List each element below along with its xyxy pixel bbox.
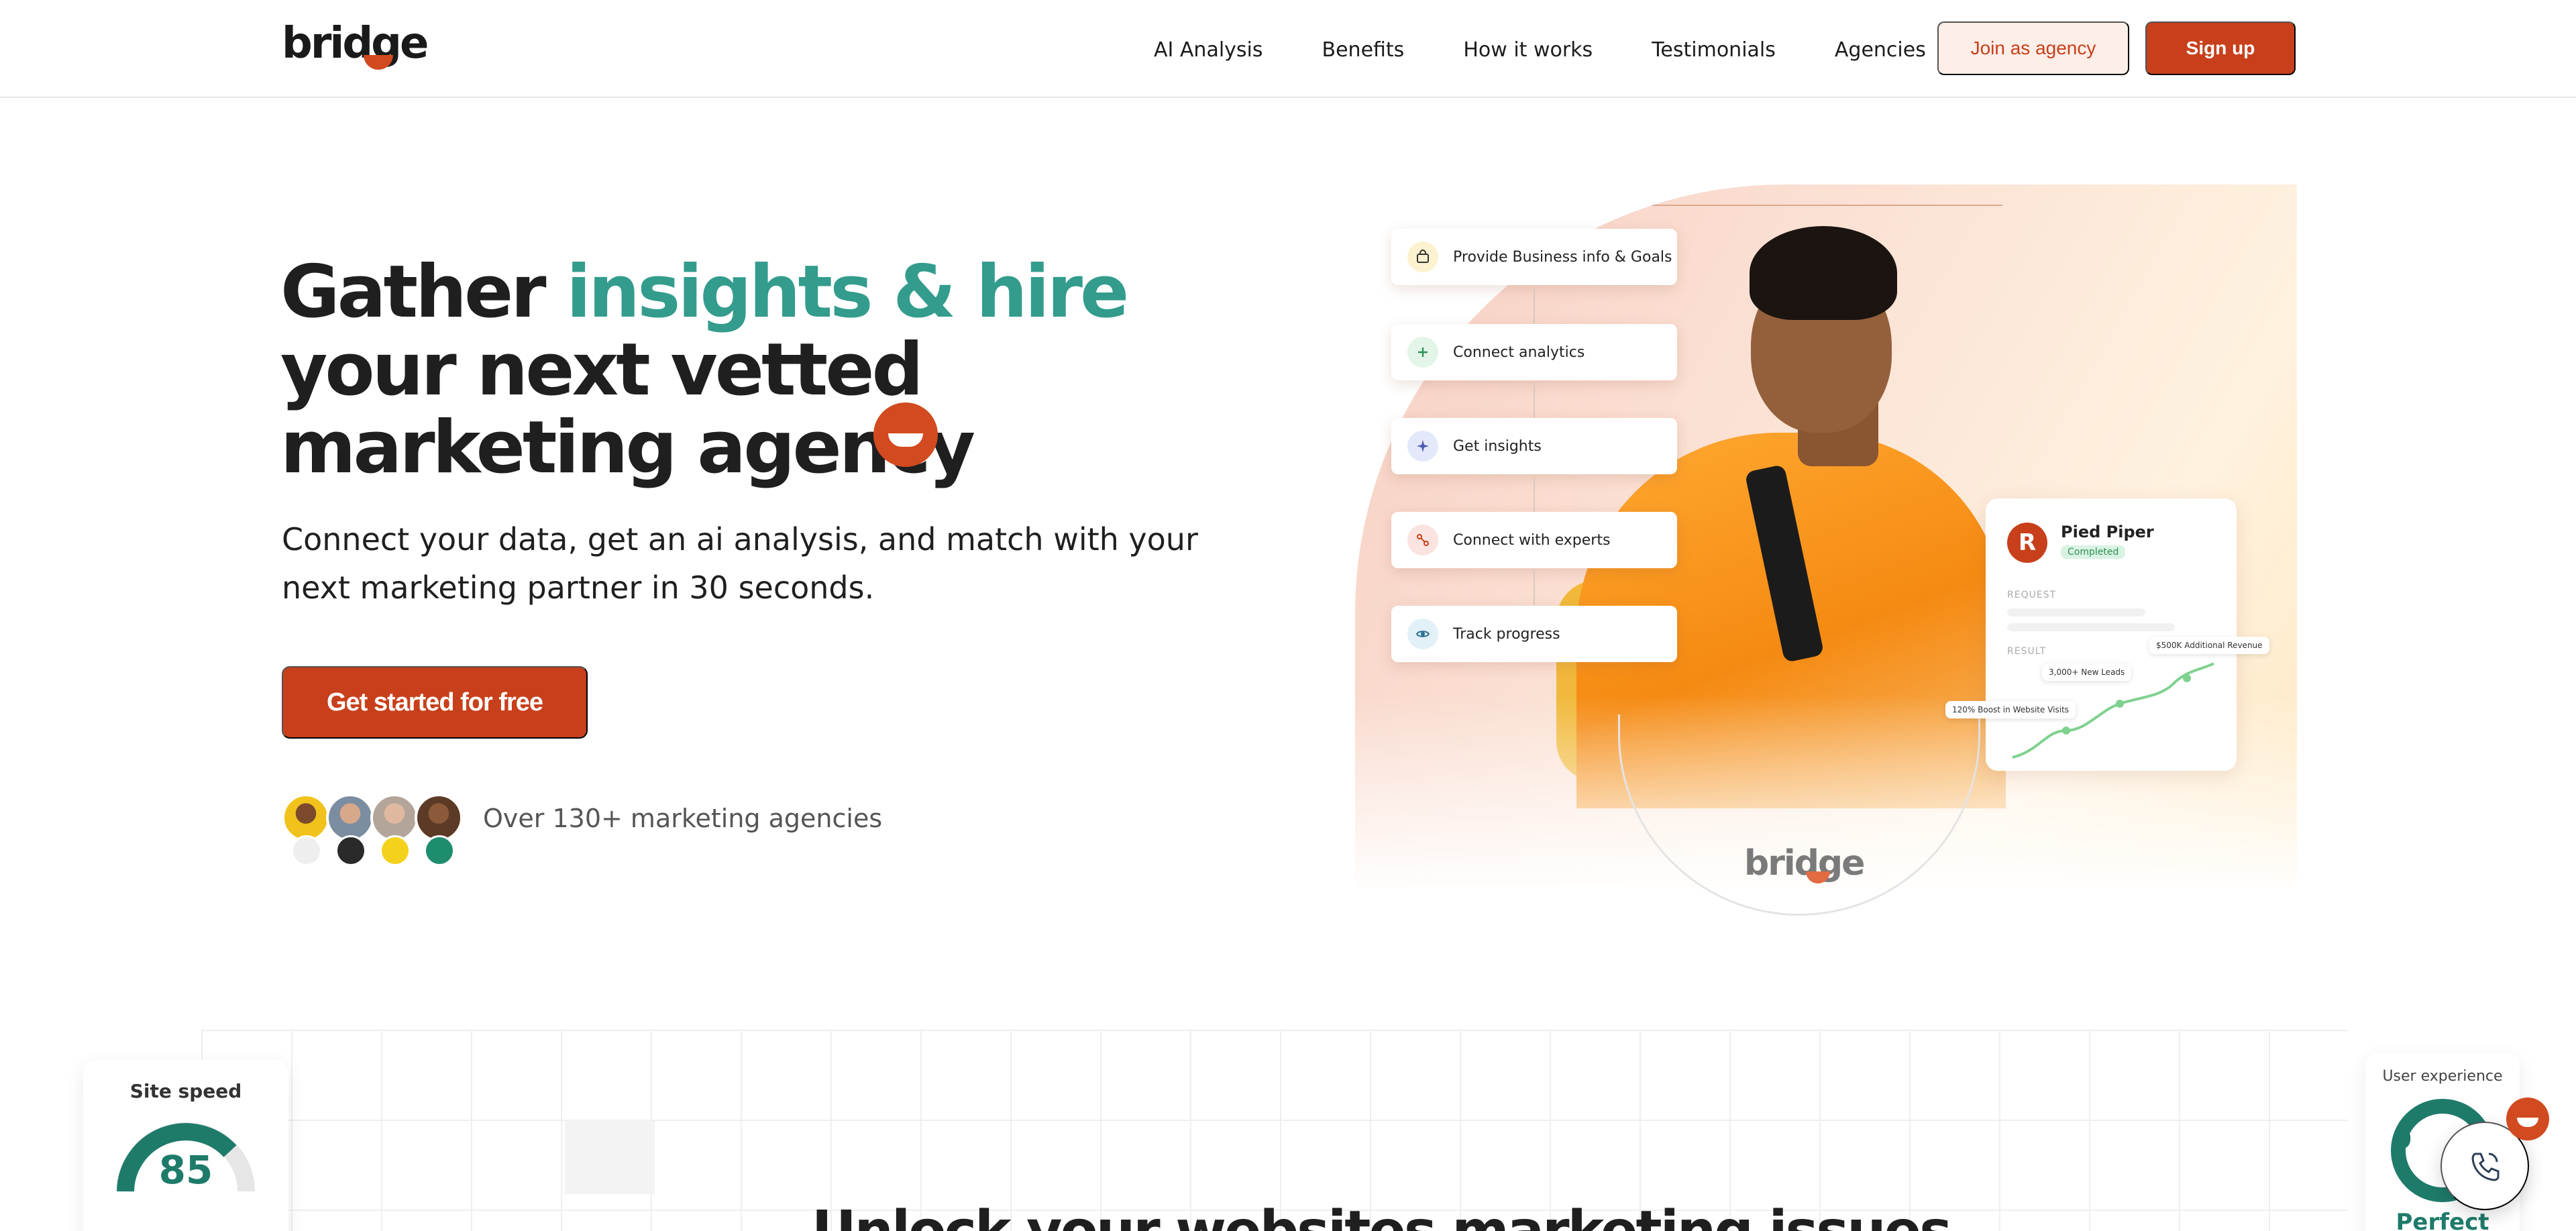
chart-point xyxy=(2116,700,2124,708)
step-label: Provide Business info & Goals xyxy=(1453,248,1672,266)
user-experience-label: User experience xyxy=(2382,1068,2503,1085)
chart-tag: 3,000+ New Leads xyxy=(2042,663,2132,681)
agency-badge-icon xyxy=(380,835,411,866)
hero-title: Gather insights & hire your next vetted … xyxy=(280,254,1287,487)
nav-links: AI Analysis Benefits How it works Testim… xyxy=(1154,23,1985,76)
nav-link-testimonials[interactable]: Testimonials xyxy=(1652,38,1776,62)
site-speed-value: 85 xyxy=(158,1147,213,1193)
step-connector xyxy=(1534,571,1535,607)
grid-highlight-cell xyxy=(565,1120,655,1194)
hero-title-accent: insights & hire xyxy=(566,250,1129,334)
nav-link-agencies[interactable]: Agencies xyxy=(1835,38,1926,62)
hero-title-part1: Gather xyxy=(280,250,567,334)
step-connector xyxy=(1534,383,1535,419)
nav-link-benefits[interactable]: Benefits xyxy=(1322,38,1405,62)
step-connect-experts: Connect with experts xyxy=(1391,512,1677,568)
step-label: Track progress xyxy=(1453,625,1560,643)
request-label: REQUEST xyxy=(2007,590,2057,600)
agency-badge-icon xyxy=(335,835,366,866)
hero-title-line3: marketing agency xyxy=(280,406,975,490)
hero-title-line2: your next vetted xyxy=(280,328,924,412)
phone-icon xyxy=(2471,1153,2500,1181)
step-label: Connect analytics xyxy=(1453,343,1585,361)
step-get-insights: Get insights xyxy=(1391,418,1677,474)
chart-tag: 120% Boost in Website Visits xyxy=(1945,701,2076,718)
agency-badge-icon xyxy=(424,835,455,866)
company-logo: R xyxy=(2007,523,2047,563)
section-title: Unlock your websites marketing issues xyxy=(812,1199,1952,1231)
connect-icon xyxy=(1407,525,1438,555)
logo-text: bridge xyxy=(282,19,429,68)
decorative-line xyxy=(1573,205,2002,206)
step-track-progress: Track progress xyxy=(1391,606,1677,662)
nav-link-ai-analysis[interactable]: AI Analysis xyxy=(1154,38,1263,62)
agency-badge-icon xyxy=(291,835,322,866)
bag-icon xyxy=(1407,242,1438,272)
circle-logo-text: bridge xyxy=(1744,843,1865,884)
step-connect-analytics: Connect analytics xyxy=(1391,324,1677,380)
eye-icon xyxy=(1407,619,1438,649)
step-connector xyxy=(1534,477,1535,513)
agency-avatars xyxy=(282,794,470,867)
result-label: RESULT xyxy=(2007,646,2047,657)
hero-illustration: bridge Provide Business info & Goals Con… xyxy=(1355,184,2297,922)
site-speed-label: Site speed xyxy=(129,1080,242,1102)
nav-link-how-it-works[interactable]: How it works xyxy=(1463,38,1593,62)
step-label: Connect with experts xyxy=(1453,531,1611,549)
hero-subtitle: Connect your data, get an ai analysis, a… xyxy=(282,521,1198,606)
chart-point xyxy=(2183,674,2191,682)
placeholder-bar xyxy=(2007,623,2175,631)
placeholder-bar xyxy=(2007,608,2145,617)
user-experience-value: 9 xyxy=(2394,1124,2412,1155)
chart-point xyxy=(2062,727,2070,735)
person-hair-image xyxy=(1750,226,1897,320)
result-card: R Pied Piper Completed REQUEST RESULT 12… xyxy=(1945,498,2269,771)
join-as-agency-button[interactable]: Join as agency xyxy=(1937,21,2129,75)
user-experience-rating: Perfect xyxy=(2396,1209,2489,1231)
chart-tag: $500K Additional Revenue xyxy=(2149,637,2269,654)
step-connector xyxy=(1534,288,1535,324)
step-label: Get insights xyxy=(1453,437,1542,455)
sparkle-icon xyxy=(1407,431,1438,462)
sign-up-button[interactable]: Sign up xyxy=(2145,21,2296,75)
top-navbar: bridge AI Analysis Benefits How it works… xyxy=(0,0,2576,98)
get-started-button[interactable]: Get started for free xyxy=(282,666,588,739)
site-speed-card: Site speed 85 xyxy=(83,1060,288,1231)
bridge-logo[interactable]: bridge xyxy=(282,20,429,74)
status-badge: Completed xyxy=(2061,545,2126,559)
smile-icon xyxy=(873,403,938,467)
smile-badge-icon xyxy=(2506,1098,2549,1140)
plus-icon xyxy=(1407,337,1438,368)
company-name: Pied Piper xyxy=(2061,523,2154,541)
agencies-count-text: Over 130+ marketing agencies xyxy=(483,804,883,833)
step-provide-info: Provide Business info & Goals xyxy=(1391,229,1677,285)
